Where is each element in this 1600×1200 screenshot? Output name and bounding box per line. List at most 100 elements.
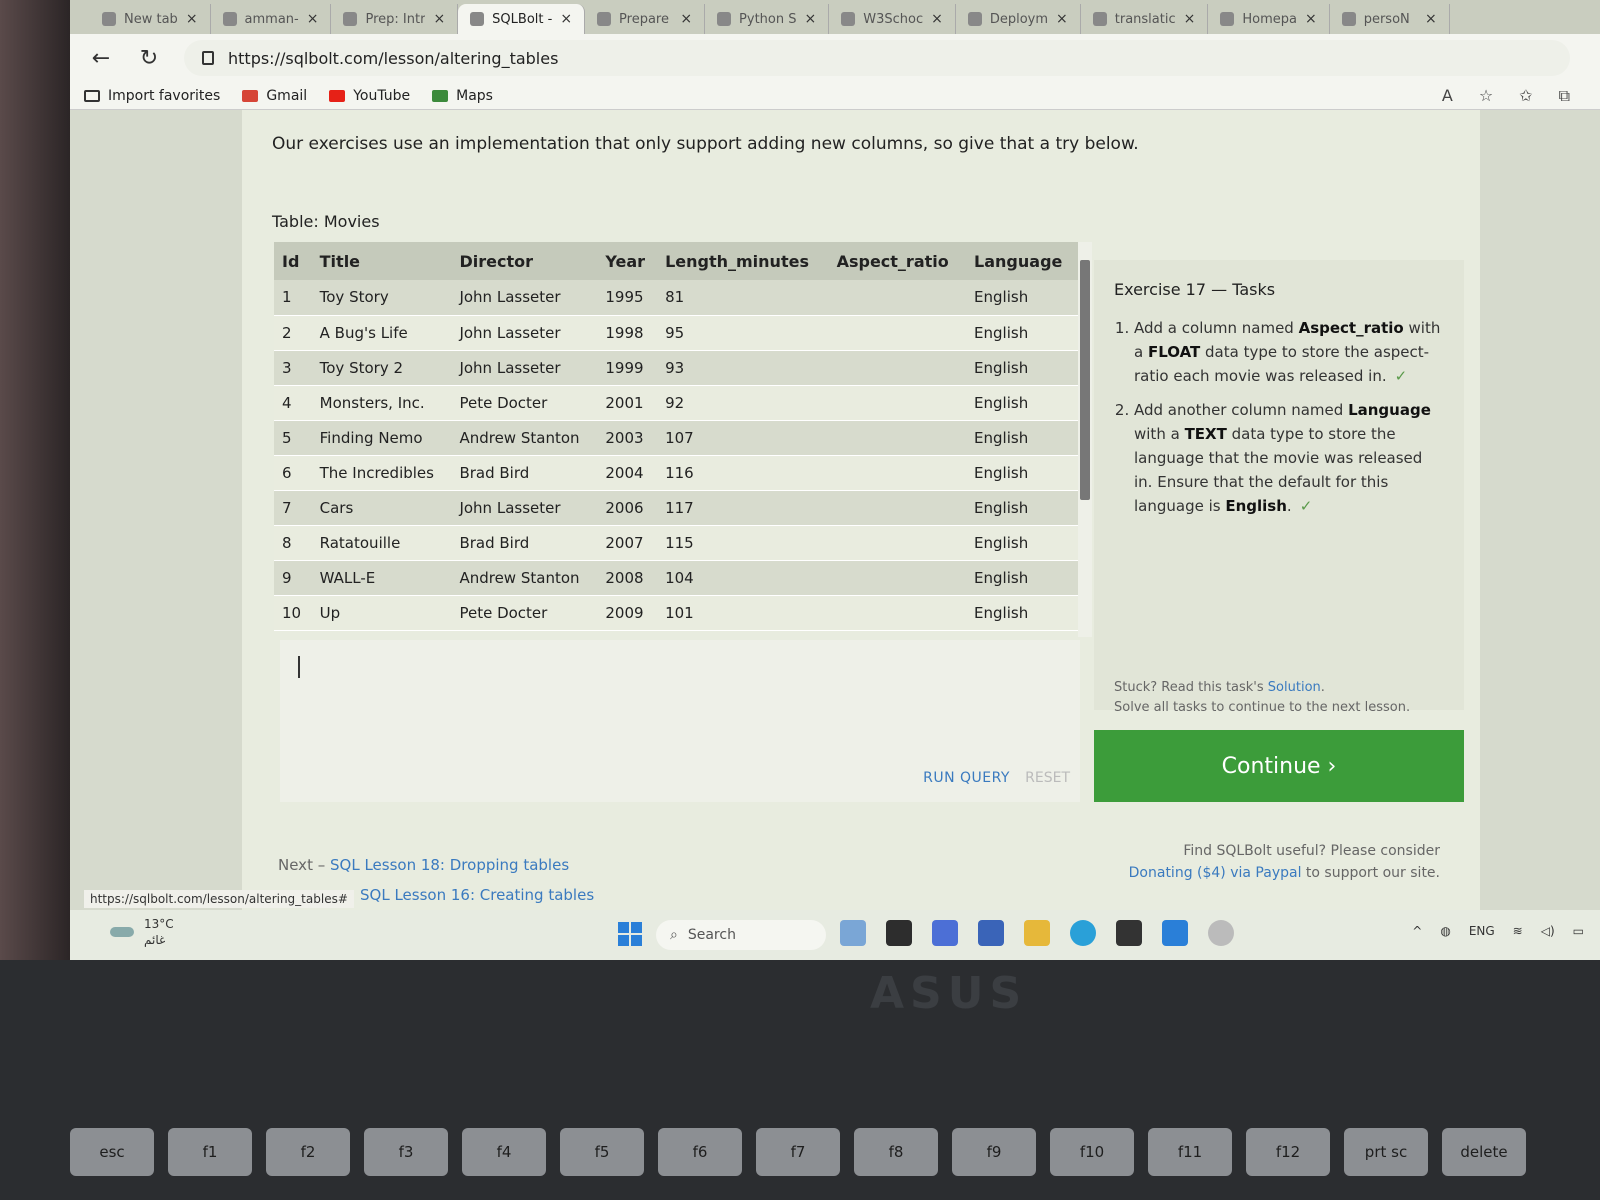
bookmark-label: Maps xyxy=(456,87,493,104)
bookmark-import-favorites[interactable]: Import favorites xyxy=(84,88,220,104)
widgets-icon[interactable] xyxy=(840,920,866,946)
close-icon[interactable]: × xyxy=(1425,11,1437,27)
network-icon[interactable]: ◍ xyxy=(1440,924,1450,938)
tab-favicon-icon xyxy=(343,12,358,26)
continue-button[interactable]: Continue › xyxy=(1094,730,1464,802)
browser-tab[interactable]: persoN × xyxy=(1330,4,1450,34)
bookmark-label: Import favorites xyxy=(108,87,221,104)
task-text: Add a column named xyxy=(1134,319,1299,337)
task-list: Add a column named Aspect_ratio with a F… xyxy=(1114,316,1444,518)
collections-icon[interactable]: ⧉ xyxy=(1559,86,1570,106)
reload-icon[interactable]: ↻ xyxy=(136,46,162,71)
next-lesson-link[interactable]: SQL Lesson 18: Dropping tables xyxy=(330,856,569,874)
close-icon[interactable]: × xyxy=(560,11,572,27)
browser-tab[interactable]: amman- × xyxy=(211,4,332,34)
table-cell xyxy=(828,350,967,386)
run-query-button[interactable]: RUN QUERY xyxy=(923,770,1010,786)
maps-icon xyxy=(432,89,449,102)
close-icon[interactable]: × xyxy=(931,11,943,27)
keyboard-key: f1 xyxy=(168,1128,252,1176)
task-view-icon[interactable] xyxy=(886,920,912,946)
windows-start-icon[interactable] xyxy=(618,922,642,946)
browser-tab[interactable]: SQLBolt - × xyxy=(458,4,586,34)
close-icon[interactable]: × xyxy=(307,11,319,27)
browser-tab[interactable]: Python S × xyxy=(705,4,830,34)
results-table: Id Title Director Year Length_minutes Aspect_… xyxy=(274,242,1078,631)
close-icon[interactable]: × xyxy=(1056,11,1068,27)
file-explorer-icon[interactable] xyxy=(1024,920,1050,946)
close-icon[interactable]: × xyxy=(680,11,692,27)
table-cell: John Lasseter xyxy=(451,280,598,316)
status-bar-url: https://sqlbolt.com/lesson/altering_tabl… xyxy=(84,890,354,908)
chevron-up-icon[interactable]: ^ xyxy=(1412,924,1422,938)
store-icon[interactable] xyxy=(978,920,1004,946)
tab-label: Prep: Intr xyxy=(365,11,426,27)
table-cell xyxy=(828,525,967,561)
results-table-container[interactable]: Id Title Director Year Length_minutes Aspect_… xyxy=(274,242,1078,637)
volume-icon[interactable]: ◁) xyxy=(1541,924,1555,938)
browser-tab[interactable]: Prep: Intr × xyxy=(331,4,459,34)
solution-link[interactable]: Solution xyxy=(1268,680,1321,695)
table-cell: English xyxy=(966,350,1078,386)
tab-favicon-icon xyxy=(1341,12,1356,26)
taskbar-search[interactable]: ⌕ Search xyxy=(656,920,826,950)
table-scrollbar[interactable] xyxy=(1078,242,1092,637)
close-icon[interactable]: × xyxy=(186,11,198,27)
keyboard-key: f6 xyxy=(658,1128,742,1176)
scrollbar-thumb[interactable] xyxy=(1080,260,1090,500)
terminal-icon[interactable] xyxy=(1116,920,1142,946)
table-cell: 1999 xyxy=(597,350,658,386)
battery-icon[interactable]: ▭ xyxy=(1573,924,1584,938)
youtube-icon xyxy=(329,89,346,102)
table-cell xyxy=(828,455,967,491)
browser-tab[interactable]: W3Schoc × xyxy=(829,4,956,34)
browser-tab[interactable]: translatic × xyxy=(1081,4,1209,34)
wind-icon xyxy=(110,927,134,937)
task-bold: FLOAT xyxy=(1147,343,1201,361)
donate-link[interactable]: Donating ($4) via Paypal xyxy=(1129,865,1302,881)
tab-favicon-icon xyxy=(1092,12,1107,26)
table-cell: 2007 xyxy=(597,525,658,561)
bookmark-maps[interactable]: Maps xyxy=(432,88,493,104)
browser-tab[interactable]: Homepa × xyxy=(1208,4,1330,34)
back-icon[interactable]: ← xyxy=(88,46,114,71)
table-cell xyxy=(828,280,967,316)
keyboard-key: f11 xyxy=(1148,1128,1232,1176)
keyboard-key: f2 xyxy=(266,1128,350,1176)
task-bold: TEXT xyxy=(1184,425,1227,443)
close-icon[interactable]: × xyxy=(805,11,817,27)
bookmark-gmail[interactable]: Gmail xyxy=(242,88,307,104)
keyboard-key: f12 xyxy=(1246,1128,1330,1176)
close-icon[interactable]: × xyxy=(433,11,445,27)
query-editor[interactable]: RUN QUERY RESET xyxy=(280,640,1080,802)
browser-tab[interactable]: New tab × xyxy=(90,4,211,34)
favorites-icon[interactable]: ✩ xyxy=(1519,86,1532,106)
browser-tab[interactable]: Prepare × xyxy=(585,4,706,34)
read-aloud-icon[interactable]: A xyxy=(1442,86,1453,106)
table-cell: 101 xyxy=(657,595,829,631)
previous-lesson-link[interactable]: SQL Lesson 16: Creating tables xyxy=(360,886,594,904)
table-row: 5 Finding Nemo Andrew Stanton 2003 107 Englis… xyxy=(274,420,1078,456)
app-icon[interactable] xyxy=(1208,920,1234,946)
table-cell xyxy=(828,595,967,631)
edge-icon[interactable] xyxy=(1070,920,1096,946)
language-indicator[interactable]: ENG xyxy=(1469,924,1495,938)
table-cell: Pete Docter xyxy=(451,595,598,631)
table-row: 9 WALL-E Andrew Stanton 2008 104 English xyxy=(274,560,1078,596)
address-bar[interactable]: https://sqlbolt.com/lesson/altering_tabl… xyxy=(184,40,1570,76)
task-text: with a xyxy=(1134,425,1185,443)
tab-label: Python S xyxy=(739,11,797,27)
favorite-star-icon[interactable]: ☆ xyxy=(1479,86,1493,106)
table-cell: A Bug's Life xyxy=(311,315,452,351)
reset-button[interactable]: RESET xyxy=(1025,770,1070,786)
close-icon[interactable]: × xyxy=(1305,11,1317,27)
close-icon[interactable]: × xyxy=(1184,11,1196,27)
vscode-icon[interactable] xyxy=(1162,920,1188,946)
table-cell: 2 xyxy=(274,315,312,351)
weather-widget[interactable]: 13°C غائم xyxy=(110,916,174,948)
bookmark-youtube[interactable]: YouTube xyxy=(329,88,410,104)
stuck-hint: Stuck? Read this task's Solution. Solve … xyxy=(1114,678,1410,718)
browser-tab[interactable]: Deploym × xyxy=(956,4,1081,34)
chat-icon[interactable] xyxy=(932,920,958,946)
wifi-icon[interactable]: ≋ xyxy=(1513,924,1523,938)
